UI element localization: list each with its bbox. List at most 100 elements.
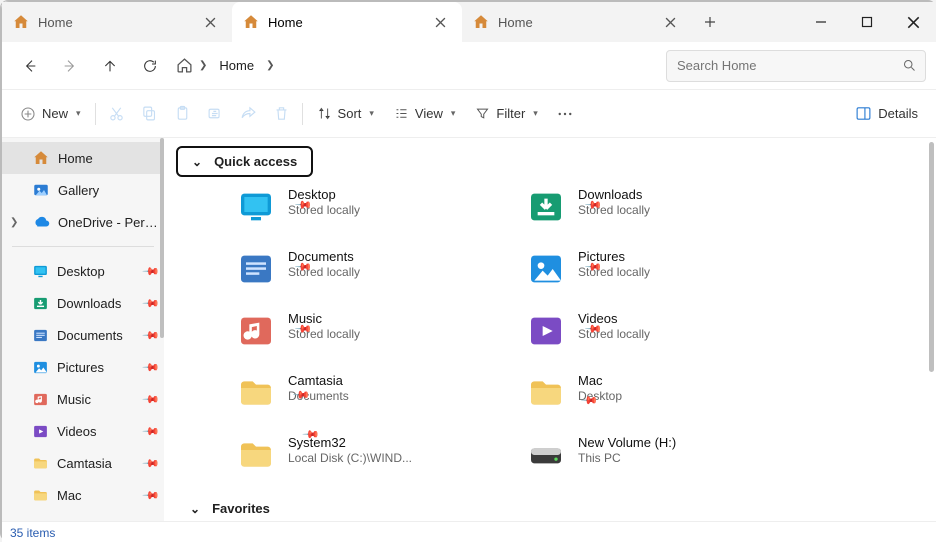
close-icon[interactable] — [428, 10, 452, 34]
quick-access-title: Quick access — [214, 154, 297, 169]
home-icon — [32, 149, 50, 167]
tab-label: Home — [268, 15, 420, 30]
tab-label: Home — [498, 15, 650, 30]
nav-item-documents[interactable]: Documents 📌 — [2, 319, 164, 351]
item-name: New Volume (H:) — [578, 435, 676, 450]
pin-icon: 📌 — [142, 294, 161, 313]
window-controls — [798, 2, 936, 42]
forward-button[interactable] — [52, 48, 88, 84]
download-icon — [526, 187, 566, 227]
breadcrumb-segment[interactable]: Home — [213, 54, 260, 77]
chevron-down-icon: ⌄ — [192, 155, 202, 169]
filter-button[interactable]: Filter ▾ — [465, 96, 547, 132]
view-button[interactable]: View ▾ — [384, 96, 465, 132]
music-icon — [236, 311, 276, 351]
new-label: New — [42, 106, 68, 121]
nav-item-mac[interactable]: Mac📌 — [2, 479, 164, 511]
nav-item-gallery[interactable]: Gallery — [2, 174, 164, 206]
folder-icon — [32, 487, 49, 504]
pin-icon: 📌 — [142, 326, 161, 345]
nav-item-home[interactable]: Home — [2, 142, 164, 174]
new-tab-button[interactable] — [692, 2, 728, 42]
chevron-down-icon: ⌄ — [190, 502, 200, 516]
filter-label: Filter — [496, 106, 525, 121]
search-icon[interactable] — [902, 58, 917, 73]
close-icon[interactable] — [658, 10, 682, 34]
nav-item-onedrive-personal[interactable]: ❯ OneDrive - Personal — [2, 206, 164, 238]
tab-label: Home — [38, 15, 190, 30]
breadcrumb[interactable]: ❯ Home ❯ — [176, 54, 274, 77]
command-bar: New ▾ Sort ▾ View ▾ Filter ▾ Details — [2, 90, 936, 138]
cut-button[interactable] — [100, 96, 133, 132]
copy-button[interactable] — [133, 96, 166, 132]
back-button[interactable] — [12, 48, 48, 84]
share-button[interactable] — [232, 96, 265, 132]
quick-item-new-volume-h-[interactable]: New Volume (H:)This PC — [526, 435, 806, 489]
desktop-icon — [236, 187, 276, 227]
folder-icon — [236, 373, 276, 413]
chevron-right-icon[interactable]: ❯ — [10, 217, 18, 228]
quick-item-camtasia[interactable]: CamtasiaDocuments📌 — [236, 373, 516, 427]
home-icon — [176, 57, 193, 74]
quick-item-system32[interactable]: System32Local Disk (C:)\WIND...📌 — [236, 435, 516, 489]
pictures-icon — [526, 249, 566, 289]
nav-item-videos[interactable]: Videos📌 — [2, 415, 164, 447]
close-window-button[interactable] — [890, 2, 936, 42]
refresh-button[interactable] — [132, 48, 168, 84]
quick-item-mac[interactable]: MacDesktop📌 — [526, 373, 806, 427]
onedrive-icon — [32, 213, 50, 231]
favorites-header[interactable]: ⌄ Favorites — [176, 495, 284, 521]
nav-item-music[interactable]: Music📌 — [2, 383, 164, 415]
up-button[interactable] — [92, 48, 128, 84]
status-bar: 35 items — [2, 521, 936, 542]
navigation-pane[interactable]: HomeGallery❯OneDrive - Personal Desktop📌… — [2, 138, 164, 521]
content-area[interactable]: ⌄ Quick access DesktopStored locally📌Dow… — [164, 138, 936, 521]
nav-label: OneDrive - Personal — [58, 215, 164, 230]
sort-label: Sort — [338, 106, 362, 121]
maximize-button[interactable] — [844, 2, 890, 42]
quick-item-downloads[interactable]: DownloadsStored locally📌 — [526, 187, 806, 241]
quick-item-pictures[interactable]: PicturesStored locally📌 — [526, 249, 806, 303]
nav-label: Desktop — [57, 264, 105, 279]
nav-item-pictures[interactable]: Pictures📌 — [2, 351, 164, 383]
new-button[interactable]: New ▾ — [10, 96, 91, 132]
search-box[interactable] — [666, 50, 926, 82]
pin-icon: 📌 — [142, 422, 161, 441]
quick-item-documents[interactable]: DocumentsStored locally📌 — [236, 249, 516, 303]
nav-item-desktop[interactable]: Desktop📌 — [2, 255, 164, 287]
title-bar: Home Home Home — [2, 2, 936, 42]
rename-button[interactable] — [199, 96, 232, 132]
tab-0[interactable]: Home — [2, 2, 232, 42]
paste-button[interactable] — [166, 96, 199, 132]
folder-icon — [236, 435, 276, 475]
nav-item-camtasia[interactable]: Camtasia📌 — [2, 447, 164, 479]
pin-icon: 📌 — [142, 454, 161, 473]
sort-button[interactable]: Sort ▾ — [307, 96, 384, 132]
nav-label: Music — [57, 392, 91, 407]
nav-label: Pictures — [57, 360, 104, 375]
delete-button[interactable] — [265, 96, 298, 132]
quick-item-music[interactable]: MusicStored locally📌 — [236, 311, 516, 365]
more-button[interactable] — [548, 96, 582, 132]
document-icon — [32, 327, 49, 344]
close-icon[interactable] — [198, 10, 222, 34]
quick-item-videos[interactable]: VideosStored locally📌 — [526, 311, 806, 365]
nav-item-downloads[interactable]: Downloads📌 — [2, 287, 164, 319]
details-pane-button[interactable]: Details — [845, 96, 928, 132]
folder-icon — [526, 373, 566, 413]
chevron-right-icon[interactable]: ❯ — [199, 60, 207, 71]
minimize-button[interactable] — [798, 2, 844, 42]
nav-label: Documents — [57, 328, 123, 343]
videos-icon — [32, 423, 49, 440]
tab-2[interactable]: Home — [462, 2, 692, 42]
divider — [95, 103, 96, 125]
videos-icon — [526, 311, 566, 351]
pictures-icon — [32, 359, 49, 376]
quick-item-desktop[interactable]: DesktopStored locally📌 — [236, 187, 516, 241]
tab-1[interactable]: Home — [232, 2, 462, 42]
quick-access-header[interactable]: ⌄ Quick access — [176, 146, 313, 177]
chevron-right-icon[interactable]: ❯ — [266, 60, 274, 71]
nav-label: Home — [58, 151, 93, 166]
search-input[interactable] — [675, 57, 902, 74]
chevron-down-icon: ▾ — [76, 108, 81, 119]
